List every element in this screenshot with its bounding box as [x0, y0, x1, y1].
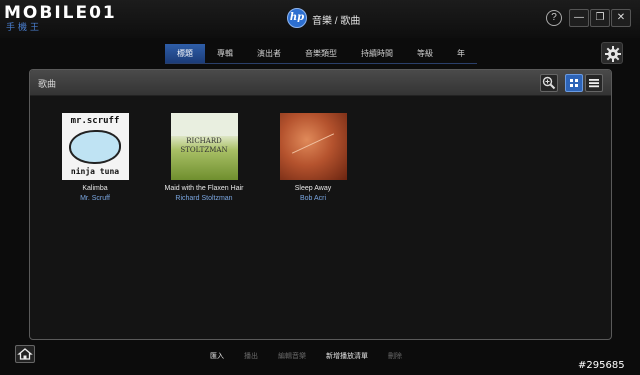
bottom-action-bar: 匯入 播出 編輯音樂 新增播放清單 刪除: [210, 351, 422, 361]
window-title: 音樂 / 歌曲: [312, 16, 361, 27]
hp-logo-icon: hp: [287, 8, 307, 28]
logo-subtext: 手機王: [6, 23, 43, 33]
help-button[interactable]: ?: [546, 10, 562, 26]
tab-title[interactable]: 標題: [165, 44, 205, 63]
album-cover[interactable]: RICHARD STOLTZMAN: [170, 113, 238, 180]
album-cover[interactable]: [279, 113, 347, 180]
new-playlist-button[interactable]: 新增播放清單: [326, 351, 368, 361]
mobile01-logo: MOBILE01 手機王: [4, 3, 128, 33]
cover-text-top: RICHARD: [186, 137, 222, 145]
tab-bar: 標題 專輯 演出者 音樂類型 持續時間 等級 年: [0, 40, 640, 65]
play-button[interactable]: 播出: [244, 351, 258, 361]
album-title[interactable]: Kalimba: [40, 185, 150, 192]
home-button[interactable]: [15, 345, 35, 363]
cover-text-top: mr.scruff: [70, 116, 120, 126]
album-artist[interactable]: Mr. Scruff: [40, 195, 150, 202]
settings-button[interactable]: [601, 42, 623, 64]
gear-icon: [605, 46, 621, 62]
panel-title: 歌曲: [38, 79, 57, 89]
tab-year[interactable]: 年: [445, 44, 477, 63]
cover-text-bottom: STOLTZMAN: [180, 146, 228, 154]
album-item[interactable]: Sleep Away Bob Acri: [258, 113, 368, 202]
list-view-button[interactable]: [585, 74, 603, 92]
grid-view-icon: [570, 79, 578, 87]
watermark-id: #295685: [578, 360, 625, 371]
cover-art-line: [291, 133, 334, 154]
restore-button[interactable]: ❐: [590, 9, 610, 27]
import-button[interactable]: 匯入: [210, 351, 224, 361]
album-artist[interactable]: Richard Stoltzman: [149, 195, 259, 202]
tab-artist[interactable]: 演出者: [245, 44, 293, 63]
sort-tabs: 標題 專輯 演出者 音樂類型 持續時間 等級 年: [165, 44, 477, 64]
cover-text-bottom: ninja tuna: [70, 167, 120, 176]
tab-genre[interactable]: 音樂類型: [293, 44, 349, 63]
album-cover[interactable]: mr.scruff ninja tuna: [61, 113, 129, 180]
title-bar: MOBILE01 手機王 hp 音樂 / 歌曲 ? — ❐ ✕: [0, 0, 640, 38]
album-item[interactable]: RICHARD STOLTZMAN Maid with the Flaxen H…: [149, 113, 259, 202]
album-title[interactable]: Maid with the Flaxen Hair: [149, 185, 259, 192]
songs-panel: 歌曲 mr.scruff ninja tuna Kalimba Mr. Scru…: [29, 69, 612, 340]
list-view-icon: [589, 79, 599, 88]
edit-music-button[interactable]: 編輯音樂: [278, 351, 306, 361]
tab-album[interactable]: 專輯: [205, 44, 245, 63]
close-button[interactable]: ✕: [611, 9, 631, 27]
zoom-button[interactable]: [540, 74, 558, 92]
tab-rating[interactable]: 等級: [405, 44, 445, 63]
tab-duration[interactable]: 持續時間: [349, 44, 405, 63]
album-artist[interactable]: Bob Acri: [258, 195, 368, 202]
album-title[interactable]: Sleep Away: [258, 185, 368, 192]
album-item[interactable]: mr.scruff ninja tuna Kalimba Mr. Scruff: [40, 113, 150, 202]
grid-view-button[interactable]: [565, 74, 583, 92]
delete-button[interactable]: 刪除: [388, 351, 402, 361]
cover-art-blob: [68, 130, 121, 164]
minimize-button[interactable]: —: [569, 9, 589, 27]
panel-header: 歌曲: [30, 70, 611, 96]
home-icon: [17, 348, 33, 360]
zoom-in-icon: [542, 76, 556, 90]
